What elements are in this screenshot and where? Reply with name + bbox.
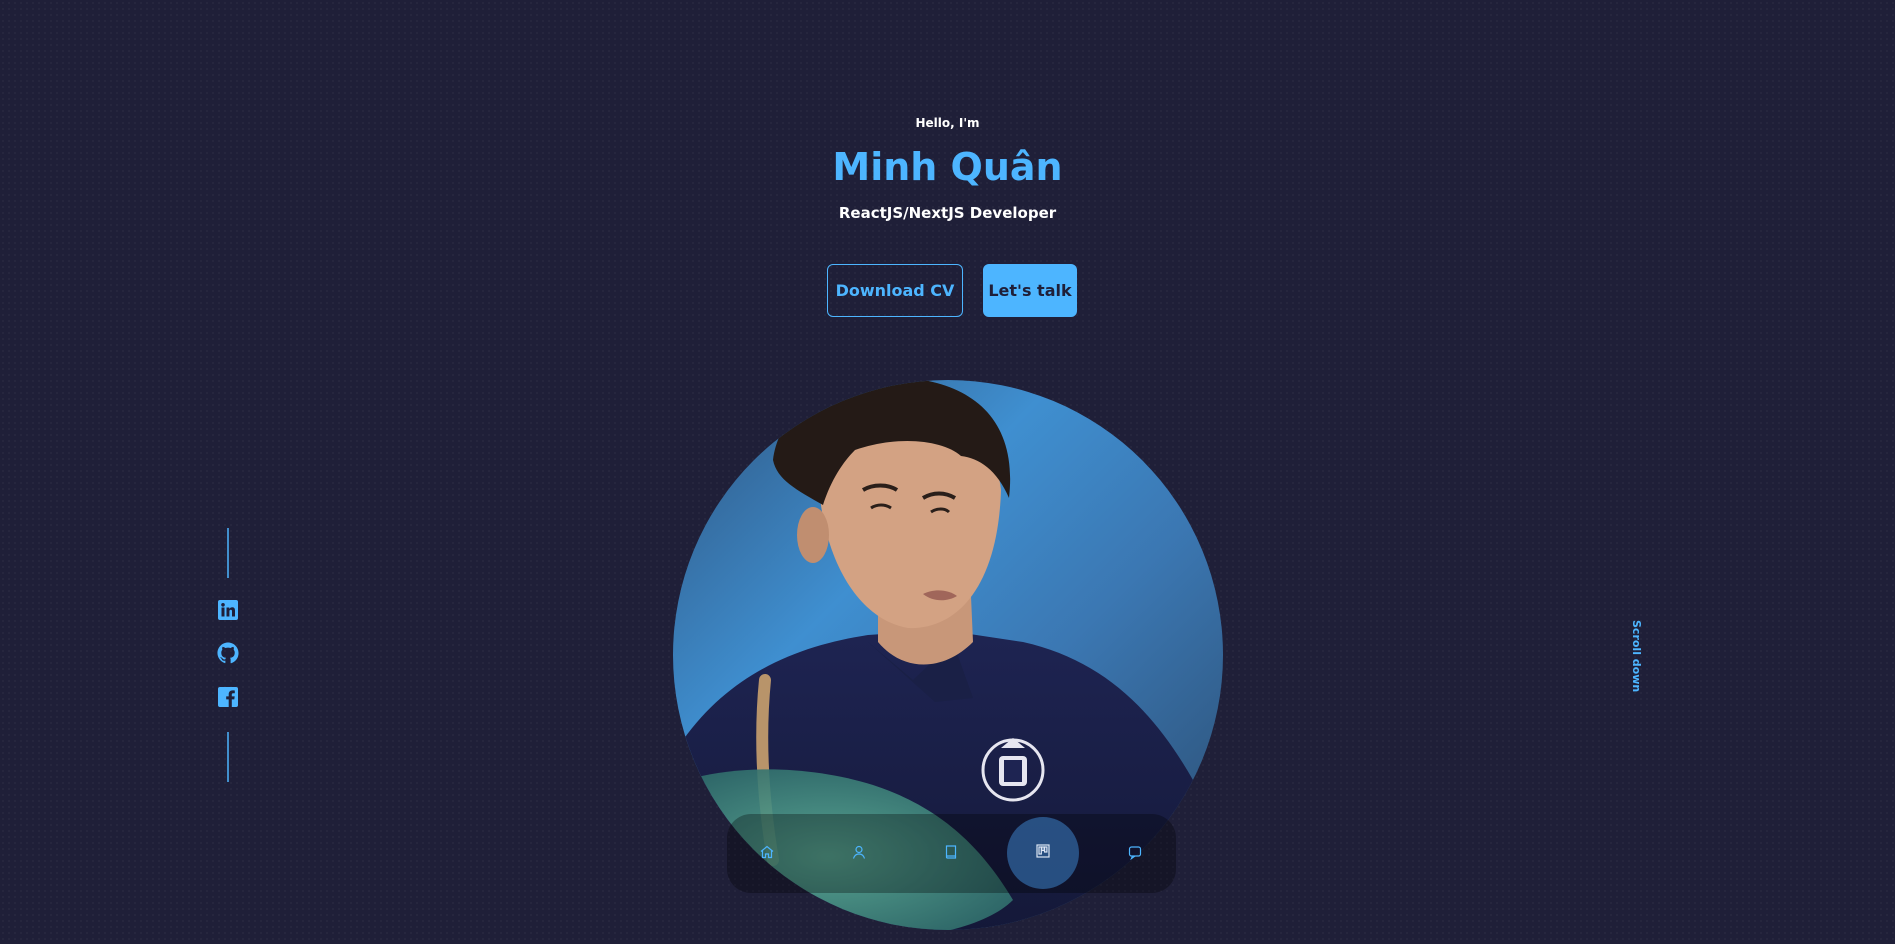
cta-group: Download CV Let's talk <box>827 264 1077 317</box>
social-links <box>216 528 240 782</box>
home-icon <box>759 844 775 864</box>
github-icon <box>217 642 239 668</box>
nav-experience[interactable] <box>933 836 969 872</box>
book-icon <box>943 844 959 864</box>
linkedin-link[interactable] <box>216 600 240 624</box>
facebook-icon <box>218 687 238 711</box>
message-icon <box>1127 844 1143 864</box>
bottom-nav <box>727 814 1176 893</box>
portfolio-icon <box>1035 843 1051 863</box>
lets-talk-button[interactable]: Let's talk <box>983 264 1077 317</box>
greeting-text: Hello, I'm <box>915 116 980 130</box>
social-divider-top <box>227 528 229 578</box>
github-link[interactable] <box>216 642 240 668</box>
nav-home[interactable] <box>749 836 785 872</box>
facebook-link[interactable] <box>216 687 240 711</box>
linkedin-icon <box>218 600 238 624</box>
nav-contact[interactable] <box>1117 836 1153 872</box>
user-icon <box>851 844 867 864</box>
scroll-down-link[interactable]: Scroll down <box>1630 620 1643 692</box>
hero-section: Hello, I'm Minh Quân ReactJS/NextJS Deve… <box>0 0 1895 944</box>
download-cv-button[interactable]: Download CV <box>827 264 963 317</box>
social-divider-bottom <box>227 732 229 782</box>
developer-name: Minh Quân <box>832 145 1063 189</box>
nav-portfolio[interactable] <box>1007 817 1079 889</box>
nav-about[interactable] <box>841 836 877 872</box>
developer-role: ReactJS/NextJS Developer <box>838 204 1057 222</box>
